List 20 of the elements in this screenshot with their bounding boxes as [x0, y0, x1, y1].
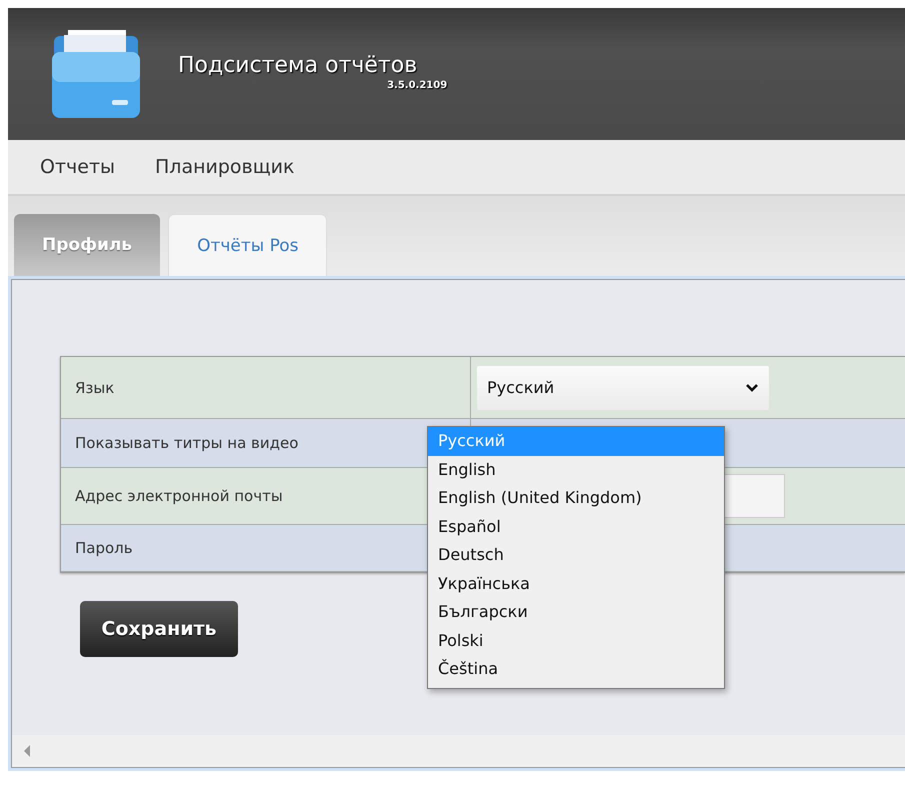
- version-text: 3.5.0.2109: [387, 80, 448, 91]
- tab[interactable]: Отчёты Pos: [168, 214, 328, 276]
- save-button[interactable]: Сохранить: [80, 601, 238, 657]
- dropdown-option[interactable]: Čeština: [428, 655, 724, 684]
- dropdown-option[interactable]: Українська: [428, 570, 724, 598]
- dropdown-option[interactable]: English: [428, 456, 724, 484]
- language-select[interactable]: Русский: [477, 366, 769, 410]
- dropdown-option[interactable]: Polski: [428, 626, 724, 655]
- dropdown-option[interactable]: Español: [428, 512, 724, 541]
- dropdown-option[interactable]: English (United Kingdom): [428, 484, 724, 512]
- dropdown-option[interactable]: Deutsch: [428, 541, 724, 570]
- row-label: Язык: [61, 357, 471, 419]
- folder-icon: [50, 28, 142, 120]
- left-arrow-icon[interactable]: [24, 745, 30, 757]
- menu-item[interactable]: Отчеты: [40, 156, 116, 178]
- app-title: Подсистема отчётов: [178, 53, 418, 78]
- dropdown-option[interactable]: Български: [428, 598, 724, 626]
- menu-item[interactable]: Планировщик: [155, 156, 294, 178]
- horizontal-scrollbar[interactable]: [12, 735, 905, 767]
- chevron-down-icon: [745, 382, 759, 392]
